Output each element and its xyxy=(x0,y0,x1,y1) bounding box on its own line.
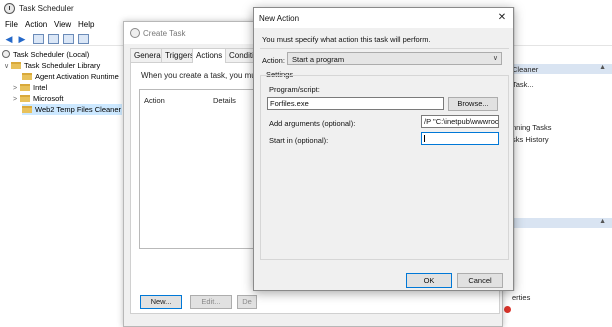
tree-item-label: Microsoft xyxy=(33,94,64,103)
action-type-label: Action: xyxy=(262,56,285,65)
action-type-select[interactable]: Start a program ∨ xyxy=(287,52,502,65)
menu-help[interactable]: Help xyxy=(78,20,94,29)
add-arguments-label: Add arguments (optional): xyxy=(269,119,356,128)
tree-item-label: Task Scheduler Library xyxy=(24,61,101,70)
close-icon[interactable]: ✕ xyxy=(491,8,513,28)
dialog-shadow xyxy=(514,7,515,291)
actions-pane-header[interactable]: Cleaner ▲ xyxy=(500,64,612,74)
actions-pane: Cleaner ▲ Task... nning Tasks sks Histor… xyxy=(500,47,612,327)
action-item-properties[interactable]: erties xyxy=(512,293,530,302)
ok-button[interactable]: OK xyxy=(406,273,452,288)
folder-icon xyxy=(20,84,30,91)
menu-file[interactable]: File xyxy=(5,20,18,29)
actions-pane-header-label: Cleaner xyxy=(512,65,539,74)
new-action-button[interactable]: New... xyxy=(140,295,182,309)
create-task-title: Create Task xyxy=(143,29,186,38)
tree-item-library[interactable]: ∨ Task Scheduler Library xyxy=(4,60,100,71)
forward-arrow-icon[interactable]: ▶ xyxy=(16,33,28,45)
help-icon[interactable] xyxy=(63,34,74,44)
action-item-running-tasks[interactable]: nning Tasks xyxy=(512,123,551,132)
task-scheduler-icon xyxy=(130,28,140,38)
chevron-right-icon[interactable]: > xyxy=(13,94,20,105)
folder-icon xyxy=(20,95,30,102)
divider xyxy=(260,48,509,49)
add-arguments-input[interactable]: /P "C:\inetpub\wwwroot xyxy=(421,115,499,128)
column-header-action[interactable]: Action xyxy=(144,96,165,105)
folder-up-icon[interactable] xyxy=(33,34,44,44)
column-header-details[interactable]: Details xyxy=(213,96,236,105)
cancel-button[interactable]: Cancel xyxy=(457,273,503,288)
action-type-value: Start a program xyxy=(292,55,345,64)
tree-item-label: Agent Activation Runtime xyxy=(35,72,119,81)
tree-item-web2-temp-files-cleaner[interactable]: Web2 Temp Files Cleaner xyxy=(22,104,122,115)
folder-icon xyxy=(22,106,32,113)
folder-icon xyxy=(11,62,21,69)
tab-actions[interactable]: Actions xyxy=(192,48,227,63)
actions-pane-subheader[interactable]: ▲ xyxy=(500,218,612,228)
task-scheduler-icon xyxy=(2,50,10,58)
tree-item-agent-activation-runtime[interactable]: Agent Activation Runtime xyxy=(22,71,119,82)
show-hide-console-tree-icon[interactable] xyxy=(48,34,59,44)
show-hide-action-pane-icon[interactable] xyxy=(78,34,89,44)
app-title: Task Scheduler xyxy=(19,4,74,13)
chevron-down-icon[interactable]: ∨ xyxy=(4,61,11,72)
tree-item-microsoft[interactable]: > Microsoft xyxy=(13,93,63,104)
delete-icon[interactable] xyxy=(504,306,511,313)
tree-item-root[interactable]: Task Scheduler (Local) xyxy=(2,49,89,60)
tree-item-label: Intel xyxy=(33,83,48,92)
task-scheduler-icon xyxy=(4,3,15,14)
program-script-input[interactable]: Forfiles.exe xyxy=(267,97,444,110)
new-action-dialog: New Action ✕ You must specify what actio… xyxy=(253,7,514,291)
chevron-down-icon[interactable]: ∨ xyxy=(493,54,498,62)
delete-action-button[interactable]: De xyxy=(237,295,257,309)
new-action-description: You must specify what action this task w… xyxy=(262,35,431,44)
tree-item-label: Task Scheduler (Local) xyxy=(13,50,90,59)
caret-up-icon[interactable]: ▲ xyxy=(599,64,606,71)
tree-item-label: Web2 Temp Files Cleaner xyxy=(35,105,122,114)
new-action-titlebar: New Action ✕ xyxy=(254,8,513,28)
start-in-label: Start in (optional): xyxy=(269,136,329,145)
program-script-label: Program/script: xyxy=(269,85,320,94)
edit-action-button[interactable]: Edit... xyxy=(190,295,232,309)
tree-item-intel[interactable]: > Intel xyxy=(13,82,47,93)
menu-action[interactable]: Action xyxy=(25,20,47,29)
back-arrow-icon[interactable]: ◀ xyxy=(3,33,15,45)
action-item-tasks-history[interactable]: sks History xyxy=(512,135,549,144)
start-in-input[interactable] xyxy=(421,132,499,145)
text-caret xyxy=(424,135,425,142)
menu-view[interactable]: View xyxy=(54,20,71,29)
new-action-title: New Action xyxy=(259,14,300,23)
browse-button[interactable]: Browse... xyxy=(448,97,498,111)
caret-up-icon[interactable]: ▲ xyxy=(599,218,606,225)
folder-icon xyxy=(22,73,32,80)
console-tree: Task Scheduler (Local) ∨ Task Scheduler L… xyxy=(0,47,124,327)
action-item-task[interactable]: Task... xyxy=(512,80,534,89)
